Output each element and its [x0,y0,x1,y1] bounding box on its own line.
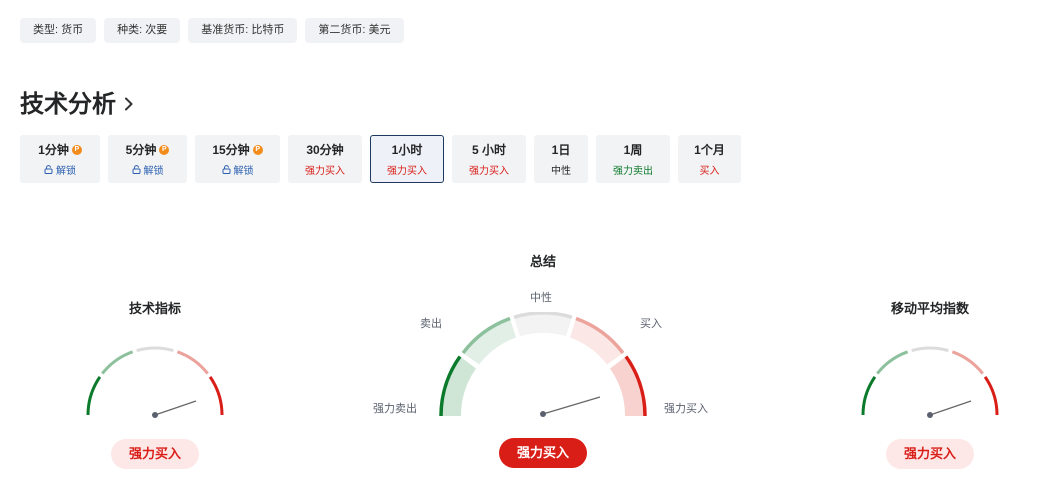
lock-icon [44,165,53,174]
tab-label: 1小时 [391,143,423,157]
tab-label: 1周 [623,143,643,157]
moving-averages-result-badge: 强力买入 [886,439,974,469]
moving-averages-gauge-title[interactable]: 移动平均指数 [870,298,990,317]
gauge-needle [154,400,197,416]
tab-label: 1个月 [694,143,725,157]
tab-30min[interactable]: 30分钟 强力买入 [288,135,362,183]
tab-15min[interactable]: 15分钟 P 解锁 [195,135,280,183]
label-strong-sell: 强力卖出 [373,403,417,415]
tab-label: 15分钟 [212,143,250,157]
tag-second-currency: 第二货币: 美元 [305,18,404,43]
tab-1week[interactable]: 1周 强力卖出 [596,135,670,183]
indicators-gauge-title[interactable]: 技术指标 [95,298,215,317]
gauge-pivot [152,412,158,418]
timeframe-tabs: 1分钟 P 解锁 5分钟 P 解锁 15分钟 P 解锁 30分钟 强力买入 1小时 强… [20,135,741,183]
gauge-pivot [540,411,546,417]
gauge-needle [542,396,601,415]
tab-1month[interactable]: 1个月 买入 [678,135,741,183]
summary-result-badge: 强力买入 [499,438,587,468]
technical-analysis-header[interactable]: 技术分析 [20,84,134,119]
summary-gauge-title: 总结 [529,254,556,269]
lock-icon [222,165,230,174]
tab-label: 5分钟 [125,143,157,157]
pro-badge-icon: P [252,144,263,155]
moving-averages-gauge [861,346,999,418]
tab-status: 解锁 [143,166,164,177]
tab-status: 中性 [551,166,571,177]
pro-badge-icon: P [71,144,82,155]
tab-status: 买入 [699,166,720,177]
tab-label: 1分钟 [38,143,69,157]
tab-1day[interactable]: 1日 中性 [534,135,588,183]
gauge-needle [929,400,972,416]
tab-1hour[interactable]: 1小时 强力买入 [370,135,444,183]
tab-status: 强力买入 [469,166,509,177]
summary-gauge [439,312,647,417]
tab-label: 30分钟 [306,143,344,157]
lock-icon [132,165,140,174]
label-neutral: 中性 [530,292,552,304]
tab-status: 强力买入 [387,166,427,177]
tab-label: 5 小时 [471,143,506,157]
instrument-tags: 类型: 货币 种类: 次要 基准货币: 比特币 第二货币: 美元 [20,18,404,43]
gauge-pivot [927,412,933,418]
tab-status: 强力卖出 [613,166,653,177]
tab-5min[interactable]: 5分钟 P 解锁 [108,135,187,183]
tab-label: 1日 [551,143,571,157]
indicators-result-badge: 强力买入 [111,439,199,469]
tag-type: 类型: 货币 [20,18,97,43]
tag-base-currency: 基准货币: 比特币 [188,18,298,43]
page-title[interactable]: 技术分析 [20,84,116,119]
tab-1min[interactable]: 1分钟 P 解锁 [20,135,100,183]
pro-badge-icon: P [159,144,170,155]
tab-status: 解锁 [233,166,254,177]
tab-status: 解锁 [56,166,76,177]
tab-5hour[interactable]: 5 小时 强力买入 [452,135,526,183]
label-strong-buy: 强力买入 [664,403,708,415]
tag-category: 种类: 次要 [104,18,181,43]
chevron-right-icon[interactable] [124,97,134,111]
tab-status: 强力买入 [305,166,345,177]
indicators-gauge [86,346,224,418]
